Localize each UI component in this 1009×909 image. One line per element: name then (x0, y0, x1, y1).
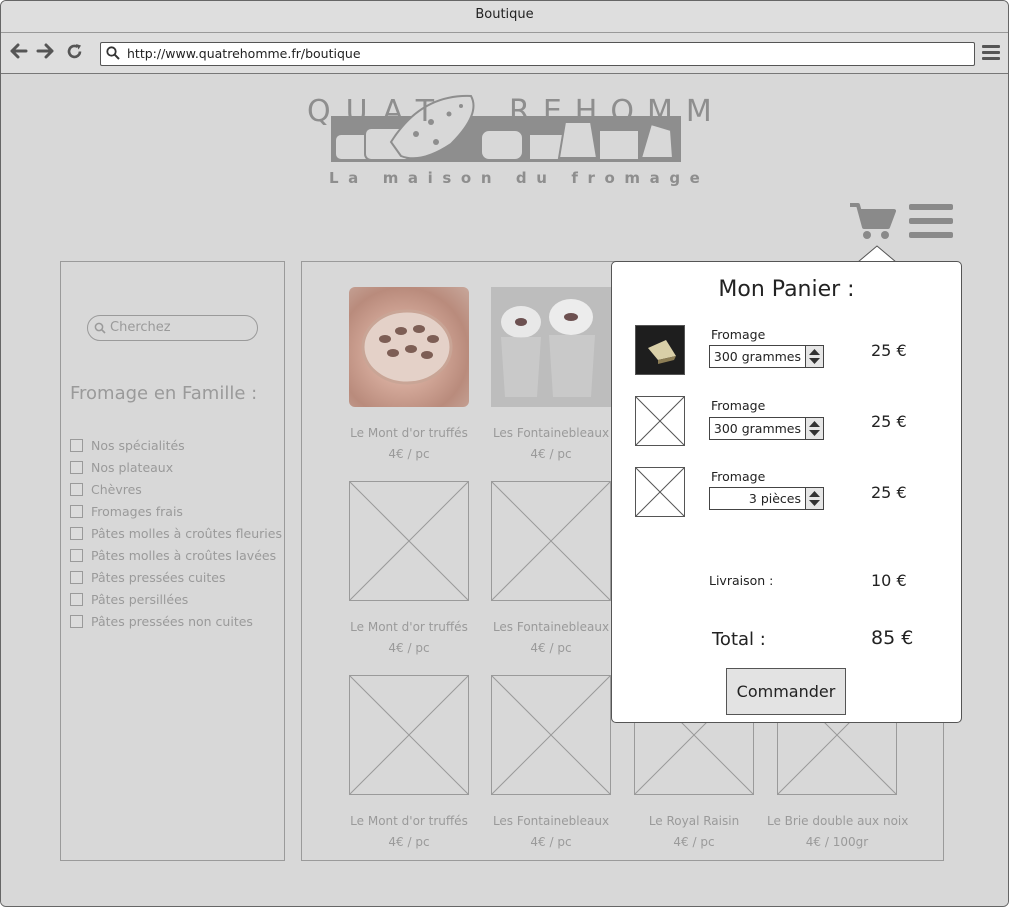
image-placeholder[interactable] (491, 675, 611, 795)
checkbox[interactable] (70, 571, 83, 584)
browser-window: Boutique http://www.quatrehomme.fr/bouti… (0, 0, 1009, 907)
quantity-value: 300 grammes (713, 421, 801, 436)
quantity-value: 3 pièces (748, 491, 801, 506)
search-placeholder: Cherchez (110, 320, 171, 335)
cart-item-image (635, 325, 685, 375)
family-item[interactable]: Fromages frais (70, 505, 282, 527)
product-card[interactable]: Les Fontainebleaux 4€ / pc (491, 675, 611, 849)
logo-brand: QUAT (307, 94, 449, 129)
family-item[interactable]: Pâtes pressées cuites (70, 571, 282, 593)
cart-item-label: Fromage (711, 398, 766, 413)
product-image[interactable] (491, 287, 611, 407)
image-placeholder (635, 396, 685, 446)
quantity-select[interactable]: 300 grammes (709, 417, 824, 440)
cart-title: Mon Panier : (718, 277, 855, 302)
product-price: 4€ / pc (530, 447, 572, 461)
families-list: Nos spécialités Nos plateaux Chèvres Fro… (70, 439, 282, 637)
shipping-label: Livraison : (709, 573, 774, 588)
product-name[interactable]: Les Fontainebleaux (481, 814, 621, 828)
sidebar: Cherchez Fromage en Famille : Nos spécia… (60, 261, 285, 861)
order-button[interactable]: Commander (726, 668, 846, 715)
checkbox[interactable] (70, 615, 83, 628)
search-input[interactable]: Cherchez (87, 315, 258, 341)
product-card[interactable]: Le Mont d'or truffés 4€ / pc (349, 675, 469, 849)
product-name[interactable]: Les Fontainebleaux (481, 620, 621, 634)
cart-popup: Mon Panier : Fromage 300 grammes 25 € Fr… (611, 261, 962, 723)
product-price: 4€ / pc (673, 835, 715, 849)
checkbox[interactable] (70, 549, 83, 562)
url-text: http://www.quatrehomme.fr/boutique (127, 46, 361, 61)
family-item[interactable]: Nos plateaux (70, 461, 282, 483)
svg-text:REHOMME: REHOMME (509, 94, 711, 129)
product-price: 4€ / pc (388, 447, 430, 461)
family-item[interactable]: Pâtes molles à croûtes fleuries (70, 527, 282, 549)
product-price: 4€ / pc (388, 641, 430, 655)
spinner-icon[interactable] (805, 346, 823, 367)
cart-item-price: 25 € (871, 483, 907, 502)
families-title: Fromage en Famille : (70, 383, 258, 404)
reload-icon[interactable] (66, 43, 83, 65)
checkbox[interactable] (70, 483, 83, 496)
back-arrow-icon[interactable] (10, 43, 28, 64)
forward-arrow-icon[interactable] (36, 43, 54, 64)
total-label: Total : (712, 629, 766, 650)
browser-toolbar: http://www.quatrehomme.fr/boutique (1, 33, 1008, 74)
product-price: 4€ / pc (530, 641, 572, 655)
address-bar[interactable]: http://www.quatrehomme.fr/boutique (100, 42, 975, 66)
image-placeholder[interactable] (491, 481, 611, 601)
search-icon (106, 46, 120, 60)
search-icon (94, 322, 106, 334)
quantity-value: 300 grammes (713, 349, 801, 364)
image-placeholder (635, 467, 685, 517)
window-title: Boutique (1, 1, 1008, 33)
spinner-icon[interactable] (805, 488, 823, 509)
product-name[interactable]: Le Mont d'or truffés (339, 620, 479, 634)
family-item[interactable]: Nos spécialités (70, 439, 282, 461)
product-name[interactable]: Le Royal Raisin (624, 814, 764, 828)
product-card[interactable]: Les Fontainebleaux 4€ / pc (491, 481, 611, 655)
image-placeholder[interactable] (349, 481, 469, 601)
checkbox[interactable] (70, 527, 83, 540)
svg-text:La maison du fromage: La maison du fromage (329, 169, 709, 187)
shipping-value: 10 € (871, 571, 907, 590)
product-card[interactable]: Le Mont d'or truffés 4€ / pc (349, 287, 469, 461)
product-name[interactable]: Les Fontainebleaux (481, 426, 621, 440)
cart-item-price: 25 € (871, 341, 907, 360)
product-card[interactable]: Le Mont d'or truffés 4€ / pc (349, 481, 469, 655)
checkbox[interactable] (70, 461, 83, 474)
checkbox[interactable] (70, 439, 83, 452)
product-price: 4€ / pc (388, 835, 430, 849)
cart-icon[interactable] (848, 201, 896, 241)
site-menu-icon[interactable] (909, 204, 953, 246)
product-price: 4€ / pc (530, 835, 572, 849)
family-item[interactable]: Pâtes molles à croûtes lavées (70, 549, 282, 571)
cart-item-price: 25 € (871, 412, 907, 431)
page-content: QUAT REHOMME La maison du fromage Cherch… (1, 74, 1008, 906)
quantity-select[interactable]: 3 pièces (709, 487, 824, 510)
product-image[interactable] (349, 287, 469, 407)
image-placeholder[interactable] (349, 675, 469, 795)
cart-item-label: Fromage (711, 469, 766, 484)
checkbox[interactable] (70, 505, 83, 518)
product-name[interactable]: Le Mont d'or truffés (339, 814, 479, 828)
product-card[interactable]: Les Fontainebleaux 4€ / pc (491, 287, 611, 461)
cart-item-label: Fromage (711, 327, 766, 342)
product-name[interactable]: Le Mont d'or truffés (339, 426, 479, 440)
quatrehomme-logo[interactable]: QUAT REHOMME La maison du fromage (301, 84, 711, 199)
checkbox[interactable] (70, 593, 83, 606)
total-value: 85 € (871, 627, 914, 649)
product-name[interactable]: Le Brie double aux noix (767, 814, 908, 828)
family-item[interactable]: Chèvres (70, 483, 282, 505)
spinner-icon[interactable] (805, 418, 823, 439)
product-price: 4€ / 100gr (805, 835, 869, 849)
family-item[interactable]: Pâtes persillées (70, 593, 282, 615)
browser-menu-icon[interactable] (982, 45, 1000, 63)
family-item[interactable]: Pâtes pressées non cuites (70, 615, 282, 637)
quantity-select[interactable]: 300 grammes (709, 345, 824, 368)
